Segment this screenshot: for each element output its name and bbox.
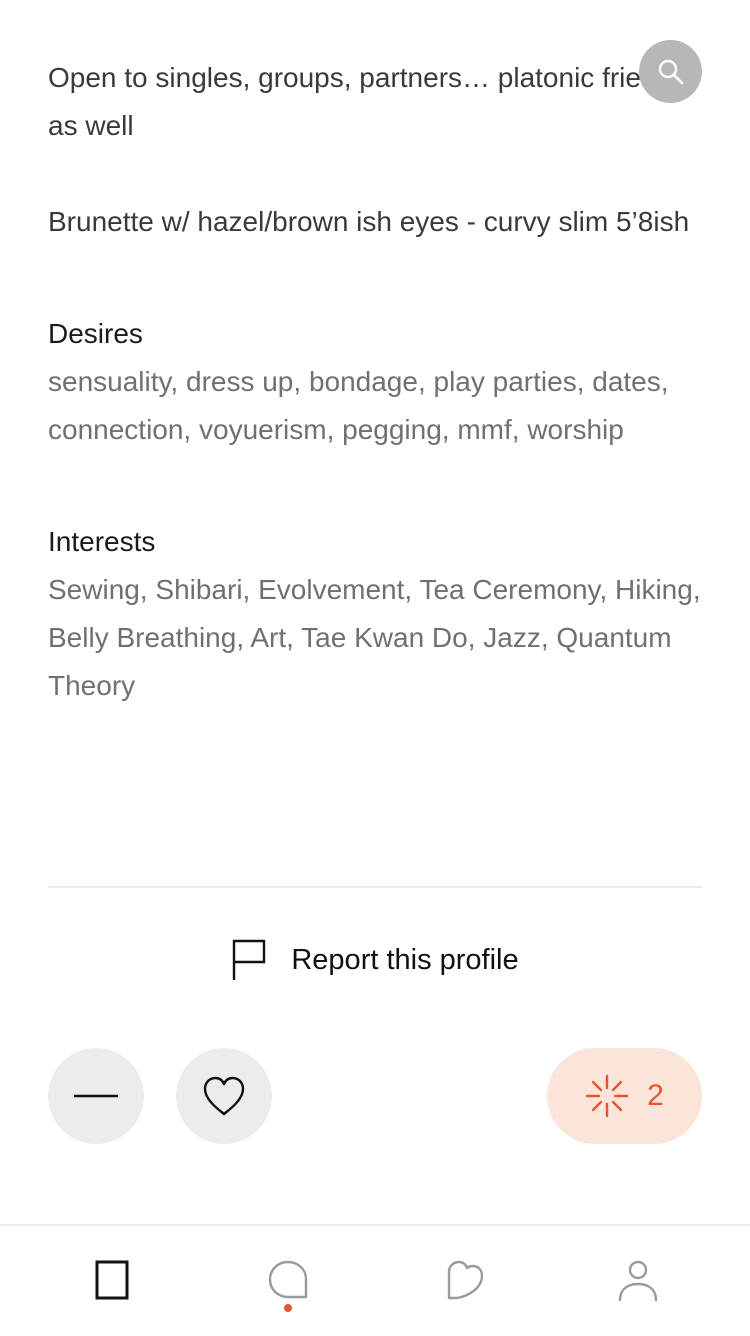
search-icon [658,59,683,84]
tab-profile[interactable] [608,1250,668,1310]
tab-likes[interactable] [435,1250,495,1310]
tab-browse[interactable] [82,1250,142,1310]
spark-icon [585,1074,629,1118]
bio-text-2: Brunette w/ hazel/brown ish eyes - curvy… [48,206,690,237]
desires-title: Desires [48,318,143,349]
heart-icon [203,1076,245,1116]
unread-indicator [284,1304,292,1312]
bottom-tab-bar [0,1224,750,1336]
spark-button[interactable]: 2 [547,1048,702,1144]
like-button[interactable] [176,1048,272,1144]
bio-text-1: Open to singles, groups, partners… plato… [48,62,687,141]
tab-messages[interactable] [258,1250,318,1310]
interests-text: Sewing, Shibari, Evolvement, Tea Ceremon… [48,574,701,701]
search-button[interactable] [639,40,702,103]
interests-title: Interests [48,526,156,557]
desires-text: sensuality, dress up, bondage, play part… [48,366,669,445]
report-profile-button[interactable]: Report this profile [0,936,750,984]
interests-section: Interests Sewing, Shibari, Evolvement, T… [48,518,702,710]
chat-bubble-icon [268,1260,308,1299]
divider [48,886,702,888]
card-icon [95,1260,129,1300]
spark-count: 2 [647,1079,664,1112]
person-icon [618,1260,658,1302]
heart-outline-icon [447,1260,484,1300]
minus-icon [74,1094,118,1098]
report-label: Report this profile [291,943,519,976]
dismiss-button[interactable] [48,1048,144,1144]
profile-details: Open to singles, groups, partners… plato… [48,54,702,710]
flag-icon [233,939,266,980]
desires-section: Desires sensuality, dress up, bondage, p… [48,310,702,454]
